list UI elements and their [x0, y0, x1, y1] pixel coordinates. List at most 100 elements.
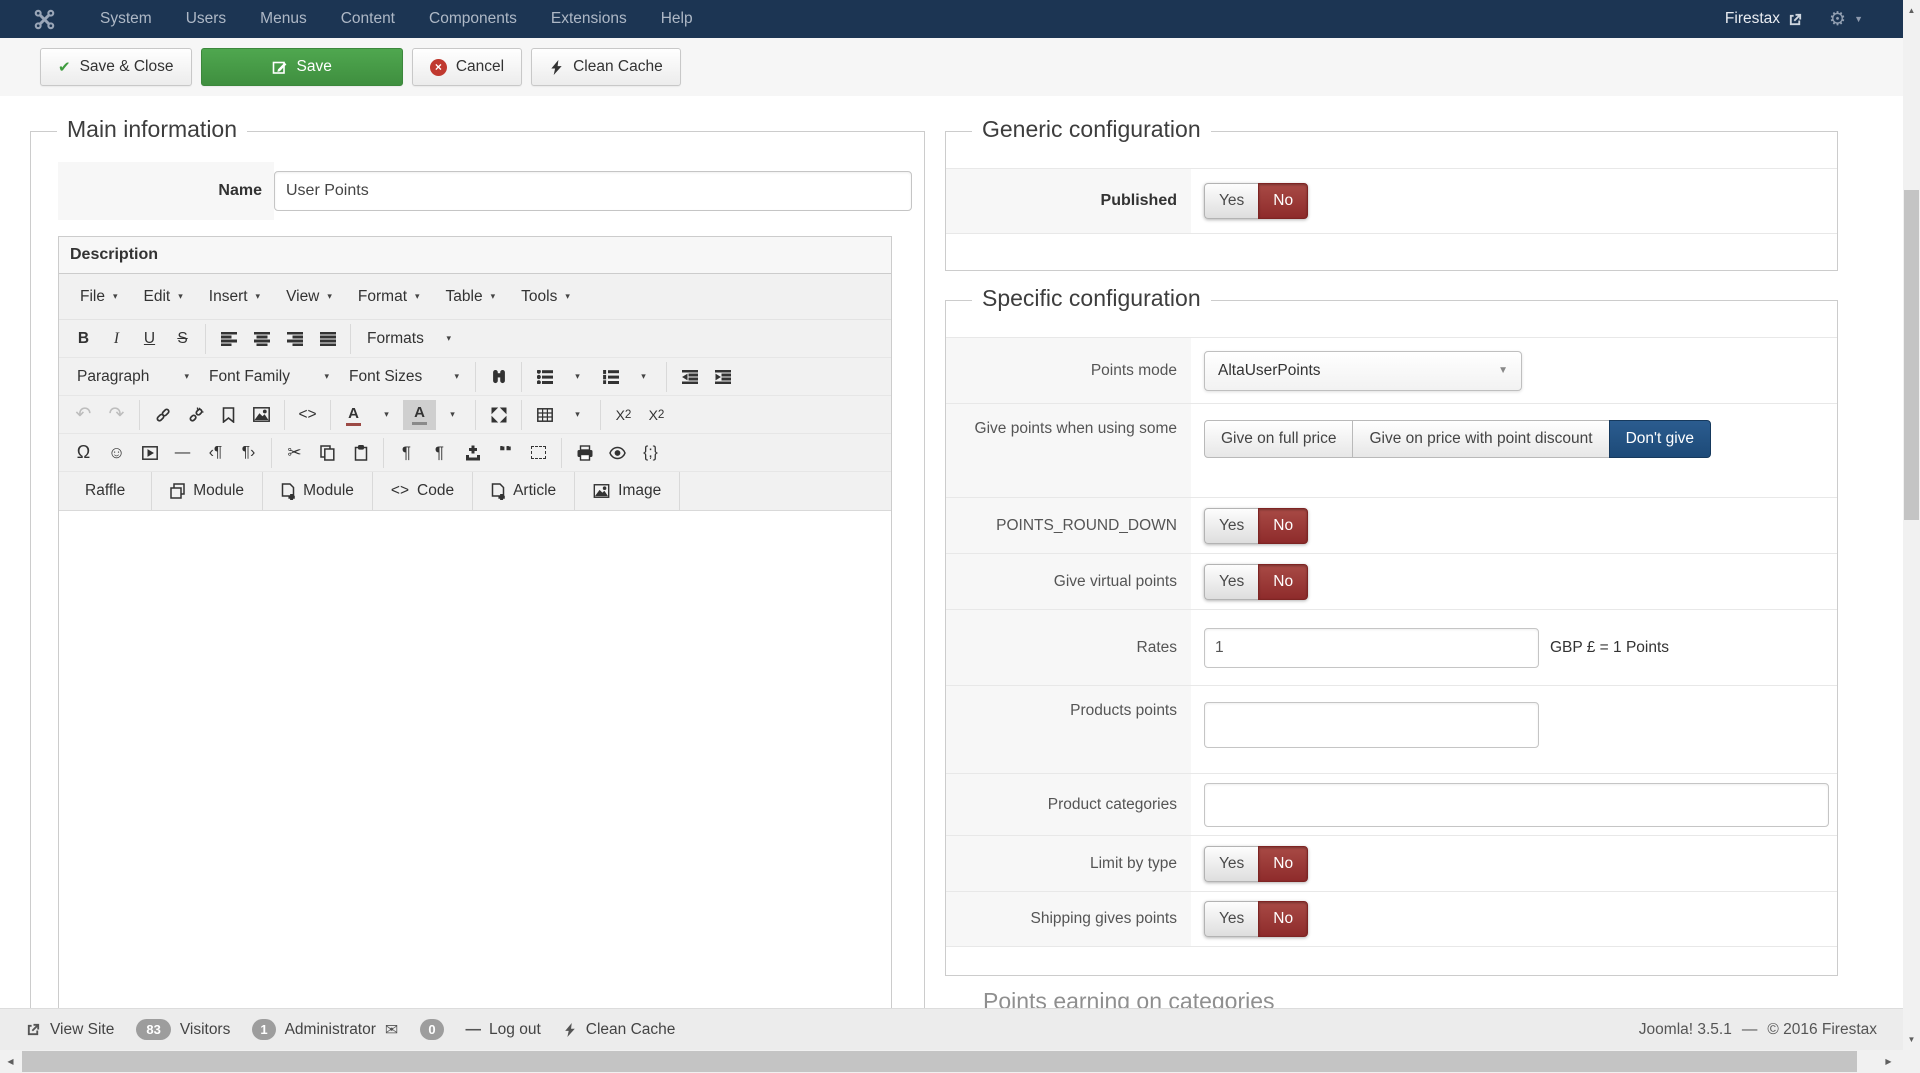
round-down-no-option[interactable]: No: [1258, 508, 1308, 544]
menu-users[interactable]: Users: [169, 0, 243, 38]
give-full-price-button[interactable]: Give on full price: [1204, 420, 1353, 458]
give-discount-price-button[interactable]: Give on price with point discount: [1352, 420, 1609, 458]
vertical-scrollbar[interactable]: ▲ ▼: [1903, 0, 1920, 1050]
menu-content[interactable]: Content: [324, 0, 412, 38]
editor-menu-view[interactable]: View▾: [273, 282, 345, 312]
horizontal-scroll-thumb[interactable]: [22, 1051, 1857, 1072]
editor-menu-insert[interactable]: Insert▾: [196, 282, 273, 312]
scroll-up-arrow[interactable]: ▲: [1903, 2, 1920, 19]
emoticons-icon[interactable]: ☺: [100, 438, 133, 468]
joomla-logo-icon[interactable]: [34, 9, 55, 30]
editor-menu-format[interactable]: Format▾: [345, 282, 433, 312]
superscript-icon[interactable]: X2: [640, 400, 673, 430]
horizontal-rule-icon[interactable]: —: [166, 438, 199, 468]
administrator-label[interactable]: Administrator: [285, 1021, 376, 1039]
scroll-left-arrow[interactable]: ◀: [2, 1050, 19, 1073]
formats-dropdown[interactable]: Formats▾: [357, 330, 461, 348]
paragraph-dropdown[interactable]: Paragraph▾: [67, 368, 199, 386]
text-color-button[interactable]: A: [337, 400, 370, 430]
fullscreen-icon[interactable]: [482, 400, 515, 430]
horizontal-scrollbar[interactable]: ◀ ▶: [0, 1050, 1903, 1073]
products-points-input[interactable]: [1204, 702, 1539, 748]
site-preview-link[interactable]: Firestax: [1725, 10, 1803, 28]
bold-button[interactable]: B: [67, 324, 100, 354]
align-left-icon[interactable]: [212, 324, 245, 354]
highlight-color-button[interactable]: A: [403, 400, 436, 430]
undo-icon[interactable]: ↶: [67, 400, 100, 430]
published-no-option[interactable]: No: [1258, 183, 1308, 219]
redo-icon[interactable]: ↷: [100, 400, 133, 430]
raffle-button[interactable]: Raffle: [59, 472, 152, 510]
paragraph-mark-icon[interactable]: ¶: [390, 438, 423, 468]
strikethrough-button[interactable]: S: [166, 324, 199, 354]
numbered-list-icon[interactable]: [594, 362, 627, 392]
limit-no-option[interactable]: No: [1258, 846, 1308, 882]
font-sizes-dropdown[interactable]: Font Sizes▾: [339, 368, 469, 386]
scroll-right-arrow[interactable]: ▶: [1880, 1050, 1897, 1073]
module-page-button[interactable]: Module: [263, 472, 373, 510]
visual-chars-icon[interactable]: ¶: [423, 438, 456, 468]
code-insert-button[interactable]: <> Code: [373, 472, 473, 510]
link-icon[interactable]: [146, 400, 179, 430]
anchor-icon[interactable]: [212, 400, 245, 430]
virtual-no-option[interactable]: No: [1258, 564, 1308, 600]
save-close-button[interactable]: ✔ Save & Close: [40, 48, 192, 86]
menu-components[interactable]: Components: [412, 0, 534, 38]
print-icon[interactable]: [568, 438, 601, 468]
search-replace-icon[interactable]: [482, 362, 515, 392]
vertical-scroll-thumb[interactable]: [1904, 190, 1919, 520]
table-caret[interactable]: ▾: [561, 400, 594, 430]
editor-content-area[interactable]: [59, 510, 891, 1015]
source-code-icon[interactable]: {;}: [634, 438, 667, 468]
media-icon[interactable]: [133, 438, 166, 468]
preview-icon[interactable]: [601, 438, 634, 468]
page-break-icon[interactable]: [456, 438, 489, 468]
points-mode-select[interactable]: AltaUserPoints ▼: [1204, 351, 1522, 391]
scroll-down-arrow[interactable]: ▼: [1903, 1031, 1920, 1048]
special-char-icon[interactable]: Ω: [67, 438, 100, 468]
code-icon[interactable]: <>: [291, 400, 324, 430]
subscript-icon[interactable]: X2: [607, 400, 640, 430]
menu-help[interactable]: Help: [644, 0, 710, 38]
align-justify-icon[interactable]: [311, 324, 344, 354]
text-color-caret[interactable]: ▾: [370, 400, 403, 430]
view-site-link[interactable]: View Site: [50, 1021, 114, 1039]
ltr-icon[interactable]: ‹¶: [199, 438, 232, 468]
settings-dropdown[interactable]: ⚙ ▼: [1829, 8, 1863, 31]
virtual-yes-option[interactable]: Yes: [1204, 564, 1258, 600]
published-yes-option[interactable]: Yes: [1204, 183, 1258, 219]
copy-icon[interactable]: [311, 438, 344, 468]
shipping-no-option[interactable]: No: [1258, 901, 1308, 937]
round-down-yes-option[interactable]: Yes: [1204, 508, 1258, 544]
menu-extensions[interactable]: Extensions: [534, 0, 644, 38]
unlink-icon[interactable]: [179, 400, 212, 430]
limit-yes-option[interactable]: Yes: [1204, 846, 1258, 882]
paste-icon[interactable]: [344, 438, 377, 468]
dont-give-button[interactable]: Don't give: [1609, 420, 1711, 458]
table-icon[interactable]: [528, 400, 561, 430]
logout-link[interactable]: Log out: [489, 1021, 541, 1039]
bullet-list-icon[interactable]: [528, 362, 561, 392]
name-input[interactable]: [274, 171, 912, 211]
footer-clean-cache-link[interactable]: Clean Cache: [586, 1021, 676, 1039]
menu-menus[interactable]: Menus: [243, 0, 324, 38]
shipping-yes-option[interactable]: Yes: [1204, 901, 1258, 937]
indent-icon[interactable]: [706, 362, 739, 392]
cut-icon[interactable]: ✂: [278, 438, 311, 468]
highlight-color-caret[interactable]: ▾: [436, 400, 469, 430]
underline-button[interactable]: U: [133, 324, 166, 354]
rtl-icon[interactable]: ¶›: [232, 438, 265, 468]
bullet-list-caret[interactable]: ▾: [561, 362, 594, 392]
editor-menu-edit[interactable]: Edit▾: [131, 282, 196, 312]
save-button[interactable]: Save: [201, 48, 403, 86]
editor-menu-table[interactable]: Table▾: [433, 282, 509, 312]
cancel-button[interactable]: × Cancel: [412, 48, 522, 86]
template-icon[interactable]: [522, 438, 555, 468]
module-stack-button[interactable]: Module: [152, 472, 263, 510]
insert-image-icon[interactable]: [245, 400, 278, 430]
align-right-icon[interactable]: [278, 324, 311, 354]
menu-system[interactable]: System: [83, 0, 169, 38]
rates-input[interactable]: [1204, 628, 1539, 668]
visitors-label[interactable]: Visitors: [180, 1021, 231, 1039]
messages-icon[interactable]: ✉: [385, 1020, 398, 1040]
